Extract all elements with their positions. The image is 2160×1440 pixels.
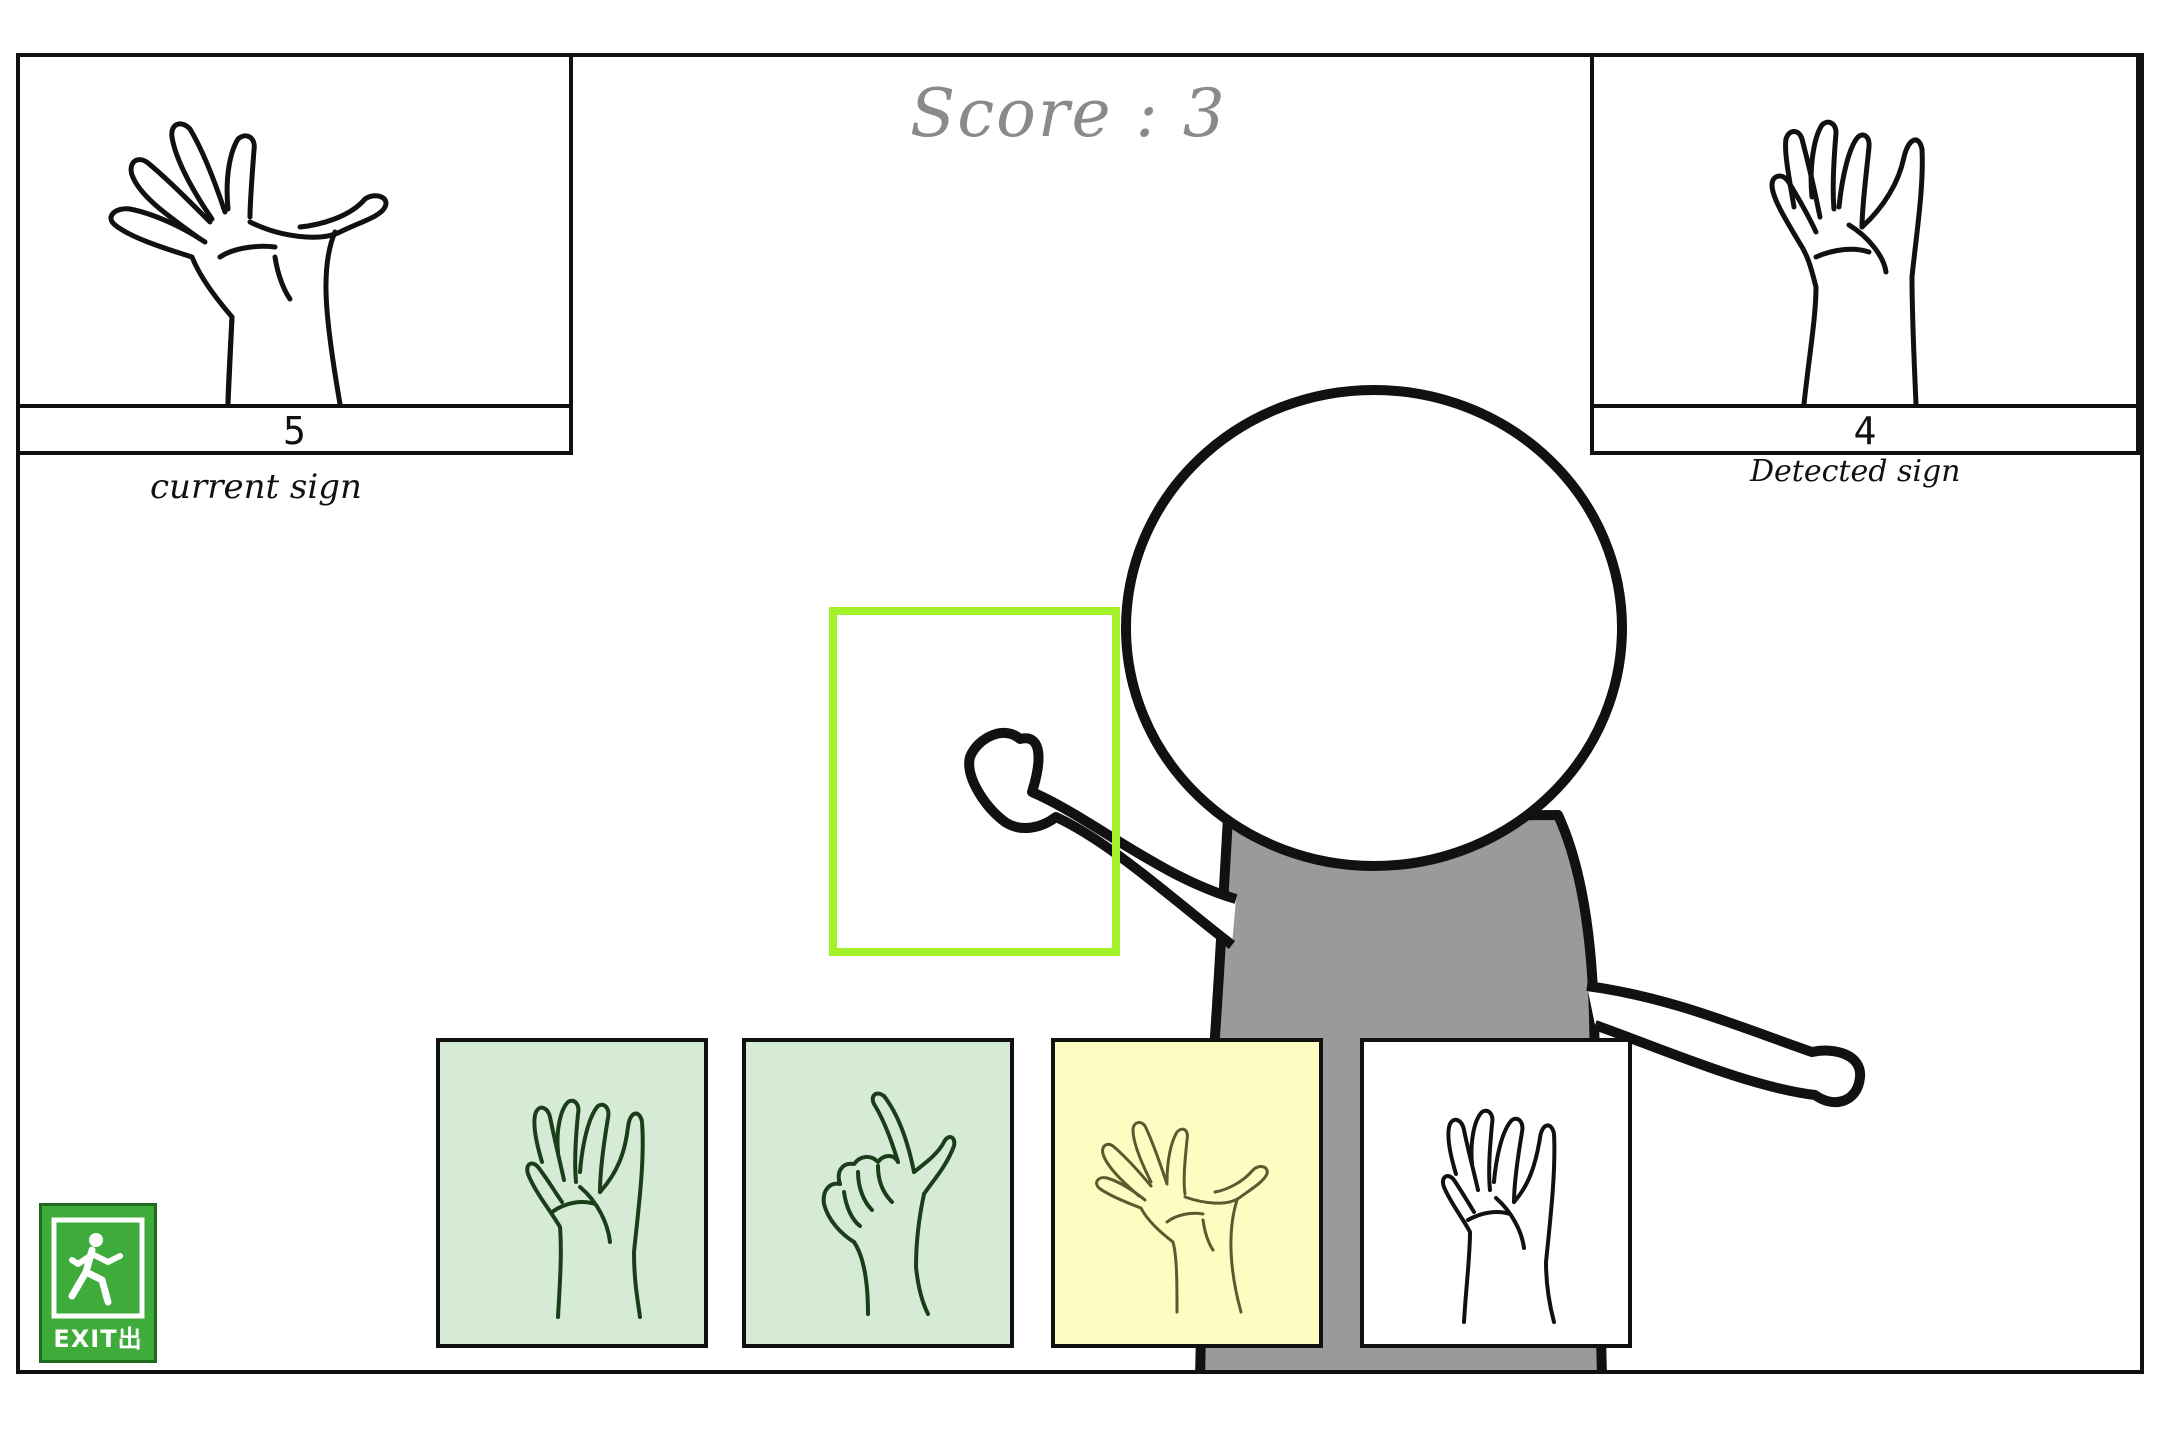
exit-button[interactable]: EXIT出 xyxy=(39,1203,157,1363)
open-hand-five-icon xyxy=(1095,1121,1269,1314)
choice-card-five[interactable] xyxy=(1051,1038,1323,1348)
game-frame: Score : 3 5 current sign 4 Detected sign… xyxy=(16,53,2144,1374)
hand-four-icon xyxy=(525,1098,645,1319)
detected-sign-panel: 4 xyxy=(1590,57,2140,455)
hand-four-icon xyxy=(1441,1108,1557,1324)
current-sign-panel: 5 xyxy=(20,57,573,455)
score-label: Score : 3 xyxy=(910,75,1227,152)
detected-sign-caption: Detected sign xyxy=(1750,454,1961,489)
current-sign-caption: current sign xyxy=(150,467,362,507)
choice-card-pointing[interactable] xyxy=(742,1038,1014,1348)
detected-sign-number: 4 xyxy=(1594,404,2136,454)
open-hand-five-icon xyxy=(108,121,389,404)
choice-card-four[interactable] xyxy=(436,1038,708,1348)
choice-card-four[interactable] xyxy=(1360,1038,1632,1348)
hand-four-icon xyxy=(1769,119,1925,404)
hand-pointing-icon xyxy=(821,1091,957,1316)
current-sign-number: 5 xyxy=(20,404,569,454)
running-man-exit-icon xyxy=(51,1217,145,1319)
exit-label: EXIT出 xyxy=(53,1325,143,1353)
character-head xyxy=(1121,385,1627,871)
